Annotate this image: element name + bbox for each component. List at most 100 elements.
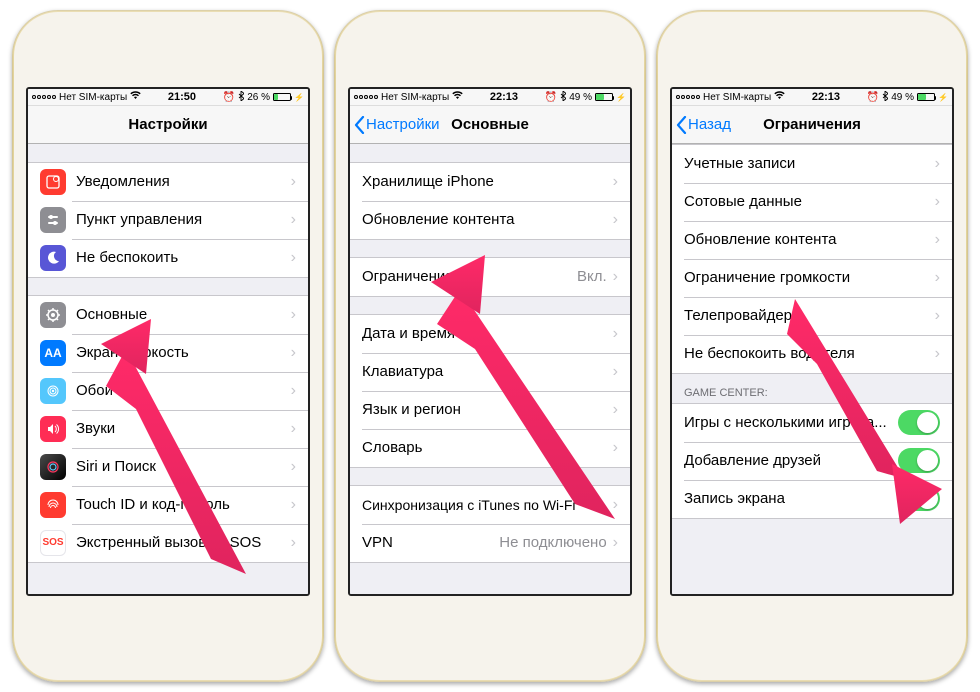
- chevron-right-icon: ›: [613, 496, 618, 514]
- battery-icon: [917, 93, 935, 101]
- carrier-label: Нет SIM-карты: [381, 92, 449, 103]
- wallpaper-icon: [40, 378, 66, 404]
- row-keyboard[interactable]: Клавиатура›: [350, 353, 630, 391]
- battery-pct: 49 %: [891, 92, 914, 103]
- row-label: Основные: [76, 306, 291, 323]
- sos-icon: SOS: [40, 530, 66, 556]
- bluetooth-icon: [882, 91, 888, 104]
- chevron-right-icon: ›: [291, 211, 296, 229]
- alarm-icon: ⏰: [223, 92, 235, 103]
- settings-list[interactable]: Уведомления › Пункт управления › Не бесп…: [28, 144, 308, 594]
- carrier-label: Нет SIM-карты: [59, 92, 127, 103]
- chevron-right-icon: ›: [291, 420, 296, 438]
- chevron-right-icon: ›: [291, 382, 296, 400]
- row-notifications[interactable]: Уведомления ›: [28, 163, 308, 201]
- gear-icon: [40, 302, 66, 328]
- row-sounds[interactable]: Звуки ›: [28, 410, 308, 448]
- chevron-right-icon: ›: [613, 325, 618, 343]
- row-bgrefresh[interactable]: Обновление контента›: [672, 221, 952, 259]
- screen-general: Нет SIM-карты 22:13 ⏰ 49 % ⚡ Настройки О…: [348, 87, 632, 596]
- row-sos[interactable]: SOS Экстренный вызов — SOS ›: [28, 524, 308, 562]
- chevron-right-icon: ›: [935, 269, 940, 287]
- group-sync: Синхронизация с iTunes по Wi-Fi› VPNНе п…: [350, 485, 630, 562]
- page-title: Основные: [451, 116, 529, 133]
- back-label: Назад: [688, 116, 731, 133]
- chevron-right-icon: ›: [613, 268, 618, 286]
- chevron-right-icon: ›: [935, 231, 940, 249]
- moon-icon: [40, 245, 66, 271]
- toggle-multiplayer[interactable]: [898, 410, 940, 435]
- row-datetime[interactable]: Дата и время›: [350, 315, 630, 353]
- row-screen-recording[interactable]: Запись экрана: [672, 480, 952, 518]
- row-tv-provider[interactable]: Телепровайдер›: [672, 297, 952, 335]
- clock: 22:13: [812, 91, 840, 103]
- row-restrictions[interactable]: Ограничения Вкл. ›: [350, 258, 630, 296]
- charging-icon: ⚡: [938, 93, 948, 102]
- nav-bar: Назад Ограничения: [672, 106, 952, 144]
- screen-settings-root: Нет SIM-карты 21:50 ⏰ 26 % ⚡: [26, 87, 310, 596]
- chevron-right-icon: ›: [291, 249, 296, 267]
- row-language[interactable]: Язык и регион›: [350, 391, 630, 429]
- row-control-center[interactable]: Пункт управления ›: [28, 201, 308, 239]
- back-label: Настройки: [366, 116, 440, 133]
- speaker-icon: [40, 416, 66, 442]
- row-multiplayer[interactable]: Игры с несколькими игрока...: [672, 404, 952, 442]
- chevron-right-icon: ›: [935, 193, 940, 211]
- row-accounts[interactable]: Учетные записи›: [672, 145, 952, 183]
- row-dictionary[interactable]: Словарь›: [350, 429, 630, 467]
- chevron-right-icon: ›: [291, 458, 296, 476]
- row-siri[interactable]: Siri и Поиск ›: [28, 448, 308, 486]
- general-list[interactable]: Хранилище iPhone› Обновление контента› О…: [350, 144, 630, 594]
- row-storage[interactable]: Хранилище iPhone›: [350, 163, 630, 201]
- toggle-add-friends[interactable]: [898, 448, 940, 473]
- row-touchid[interactable]: Touch ID и код-пароль ›: [28, 486, 308, 524]
- group-allow-changes: Учетные записи› Сотовые данные› Обновлен…: [672, 144, 952, 373]
- page-title: Настройки: [128, 116, 207, 133]
- nav-bar: Настройки: [28, 106, 308, 144]
- row-dnd[interactable]: Не беспокоить ›: [28, 239, 308, 277]
- row-bgrefresh[interactable]: Обновление контента›: [350, 201, 630, 239]
- row-cellular[interactable]: Сотовые данные›: [672, 183, 952, 221]
- row-vpn[interactable]: VPNНе подключено›: [350, 524, 630, 562]
- carrier-label: Нет SIM-карты: [703, 92, 771, 103]
- row-wallpaper[interactable]: Обои ›: [28, 372, 308, 410]
- row-general[interactable]: Основные ›: [28, 296, 308, 334]
- fingerprint-icon: [40, 492, 66, 518]
- chevron-right-icon: ›: [613, 173, 618, 191]
- status-bar: Нет SIM-карты 22:13 ⏰ 49 % ⚡: [350, 89, 630, 106]
- restrictions-list[interactable]: Учетные записи› Сотовые данные› Обновлен…: [672, 144, 952, 594]
- row-label: Touch ID и код-пароль: [76, 496, 291, 513]
- signal-icon: [32, 95, 56, 99]
- signal-icon: [354, 95, 378, 99]
- signal-icon: [676, 95, 700, 99]
- chevron-right-icon: ›: [935, 155, 940, 173]
- alarm-icon: ⏰: [545, 92, 557, 103]
- row-label: Не беспокоить: [76, 249, 291, 266]
- control-center-icon: [40, 207, 66, 233]
- row-label: Звуки: [76, 420, 291, 437]
- section-header-gamecenter: GAME CENTER:: [672, 373, 952, 403]
- row-itunes-wifi[interactable]: Синхронизация с iTunes по Wi-Fi›: [350, 486, 630, 524]
- back-button[interactable]: Назад: [676, 106, 731, 143]
- bluetooth-icon: [560, 91, 566, 104]
- row-display[interactable]: AA Экран и яркость ›: [28, 334, 308, 372]
- wifi-icon: [774, 91, 785, 103]
- battery-icon: [273, 93, 291, 101]
- chevron-right-icon: ›: [613, 401, 618, 419]
- row-volume-limit[interactable]: Ограничение громкости›: [672, 259, 952, 297]
- row-value: Вкл.: [577, 268, 607, 285]
- chevron-right-icon: ›: [291, 173, 296, 191]
- row-add-friends[interactable]: Добавление друзей: [672, 442, 952, 480]
- row-label: Пункт управления: [76, 211, 291, 228]
- nav-bar: Настройки Основные: [350, 106, 630, 144]
- battery-icon: [595, 93, 613, 101]
- back-button[interactable]: Настройки: [354, 106, 440, 143]
- phone-frame-3: Нет SIM-карты 22:13 ⏰ 49 % ⚡ Назад Огран…: [656, 10, 968, 682]
- clock: 21:50: [168, 91, 196, 103]
- group-restrictions: Ограничения Вкл. ›: [350, 257, 630, 296]
- row-dnd-driving[interactable]: Не беспокоить водителя›: [672, 335, 952, 373]
- chevron-right-icon: ›: [291, 496, 296, 514]
- chevron-right-icon: ›: [613, 211, 618, 229]
- toggle-screen-recording[interactable]: [898, 486, 940, 511]
- chevron-right-icon: ›: [613, 363, 618, 381]
